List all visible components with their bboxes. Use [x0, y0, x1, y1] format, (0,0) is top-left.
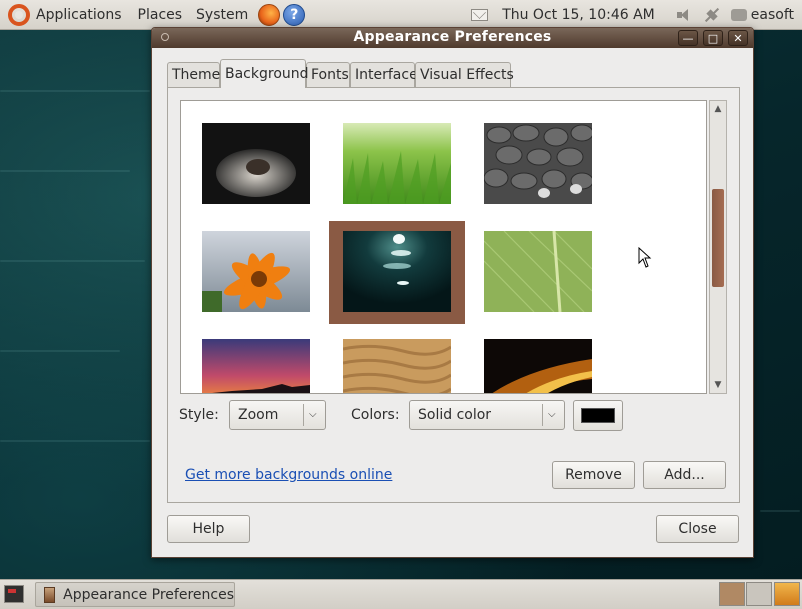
remove-button[interactable]: Remove	[552, 461, 635, 489]
appearance-app-icon	[44, 586, 56, 603]
close-button-label: Close	[678, 521, 717, 537]
window-titlebar[interactable]: Appearance Preferences — □ ✕	[152, 28, 753, 48]
window-close-button[interactable]: ✕	[728, 30, 748, 46]
menu-places-label: Places	[137, 6, 183, 23]
menu-system[interactable]: System	[188, 0, 254, 30]
wallpaper-green-grass[interactable]	[343, 123, 451, 204]
colors-dropdown[interactable]: Solid color ⌵	[409, 400, 565, 430]
minimize-button[interactable]: —	[678, 30, 698, 46]
remove-button-label: Remove	[565, 467, 622, 483]
add-button-label: Add...	[664, 467, 705, 483]
workspace-1[interactable]	[719, 582, 745, 606]
wallpaper-green-leaf[interactable]	[484, 231, 592, 312]
ubuntu-logo-icon	[8, 3, 30, 26]
colors-dropdown-value: Solid color	[418, 407, 492, 423]
color-swatch	[581, 408, 615, 423]
wallpaper-gallery[interactable]	[180, 100, 707, 394]
menu-applications[interactable]: Applications	[0, 0, 128, 30]
scrollbar-thumb[interactable]	[712, 189, 724, 287]
volume-icon[interactable]	[676, 8, 693, 22]
help-button[interactable]: Help	[167, 515, 250, 543]
colors-label: Colors:	[351, 407, 400, 423]
chat-icon	[730, 9, 747, 21]
taskbar-item-label: Appearance Preferences	[63, 586, 234, 603]
user-menu[interactable]: easoft	[730, 7, 794, 23]
chevron-down-icon: ⌵	[309, 409, 317, 420]
get-more-backgrounds-link[interactable]: Get more backgrounds online	[185, 467, 392, 483]
tab-background[interactable]: Background	[220, 59, 309, 88]
tab-theme[interactable]: Theme	[167, 62, 220, 87]
close-button[interactable]: Close	[656, 515, 739, 543]
window-title: Appearance Preferences	[353, 29, 552, 45]
menu-places[interactable]: Places	[128, 0, 189, 30]
mouse-cursor-icon	[638, 247, 652, 268]
style-dropdown[interactable]: Zoom ⌵	[229, 400, 326, 430]
wallpaper-dark-water-sparkle[interactable]	[343, 231, 451, 312]
wallpaper-orange-flower[interactable]	[202, 231, 310, 312]
wallpaper-cobblestone-shoes[interactable]	[484, 123, 592, 204]
tab-interface[interactable]: Interface	[350, 62, 418, 87]
wallpaper-sand-dunes[interactable]	[343, 339, 451, 394]
help-icon[interactable]: ?	[283, 3, 306, 26]
top-panel: Applications Places System ? Thu Oct 15,…	[0, 0, 802, 30]
chevron-down-icon: ⌵	[548, 409, 556, 420]
username: easoft	[750, 7, 794, 23]
menu-applications-label: Applications	[36, 6, 122, 23]
show-desktop-icon[interactable]	[4, 585, 24, 603]
menu-system-label: System	[196, 6, 249, 23]
tab-fonts[interactable]: Fonts	[306, 62, 350, 87]
wallpaper-sunset-sky[interactable]	[202, 339, 310, 394]
add-button[interactable]: Add...	[643, 461, 726, 489]
appearance-preferences-window: Appearance Preferences — □ ✕ Theme Backg…	[151, 27, 754, 558]
style-dropdown-value: Zoom	[238, 407, 279, 423]
help-button-label: Help	[192, 521, 225, 537]
trash-icon[interactable]	[774, 582, 800, 606]
clock[interactable]: Thu Oct 15, 10:46 AM	[502, 7, 655, 23]
mail-icon[interactable]	[471, 9, 489, 21]
gallery-scrollbar[interactable]: ▲ ▼	[709, 100, 727, 394]
color-picker-button[interactable]	[573, 400, 623, 431]
style-label: Style:	[179, 407, 219, 423]
scroll-down-arrow-icon[interactable]: ▼	[710, 377, 726, 393]
wallpaper-fire-glow[interactable]	[484, 339, 592, 394]
taskbar-appearance-preferences[interactable]: Appearance Preferences	[35, 582, 235, 607]
bottom-panel: Appearance Preferences	[0, 579, 802, 609]
firefox-icon[interactable]	[258, 3, 281, 26]
tab-visual-effects[interactable]: Visual Effects	[415, 62, 514, 87]
system-tray: Thu Oct 15, 10:46 AM easoft	[461, 0, 802, 30]
network-icon[interactable]	[703, 6, 721, 24]
wallpaper-hands-with-seeds[interactable]	[202, 123, 310, 204]
maximize-button[interactable]: □	[703, 30, 723, 46]
scroll-up-arrow-icon[interactable]: ▲	[710, 101, 726, 117]
workspace-2[interactable]	[746, 582, 772, 606]
